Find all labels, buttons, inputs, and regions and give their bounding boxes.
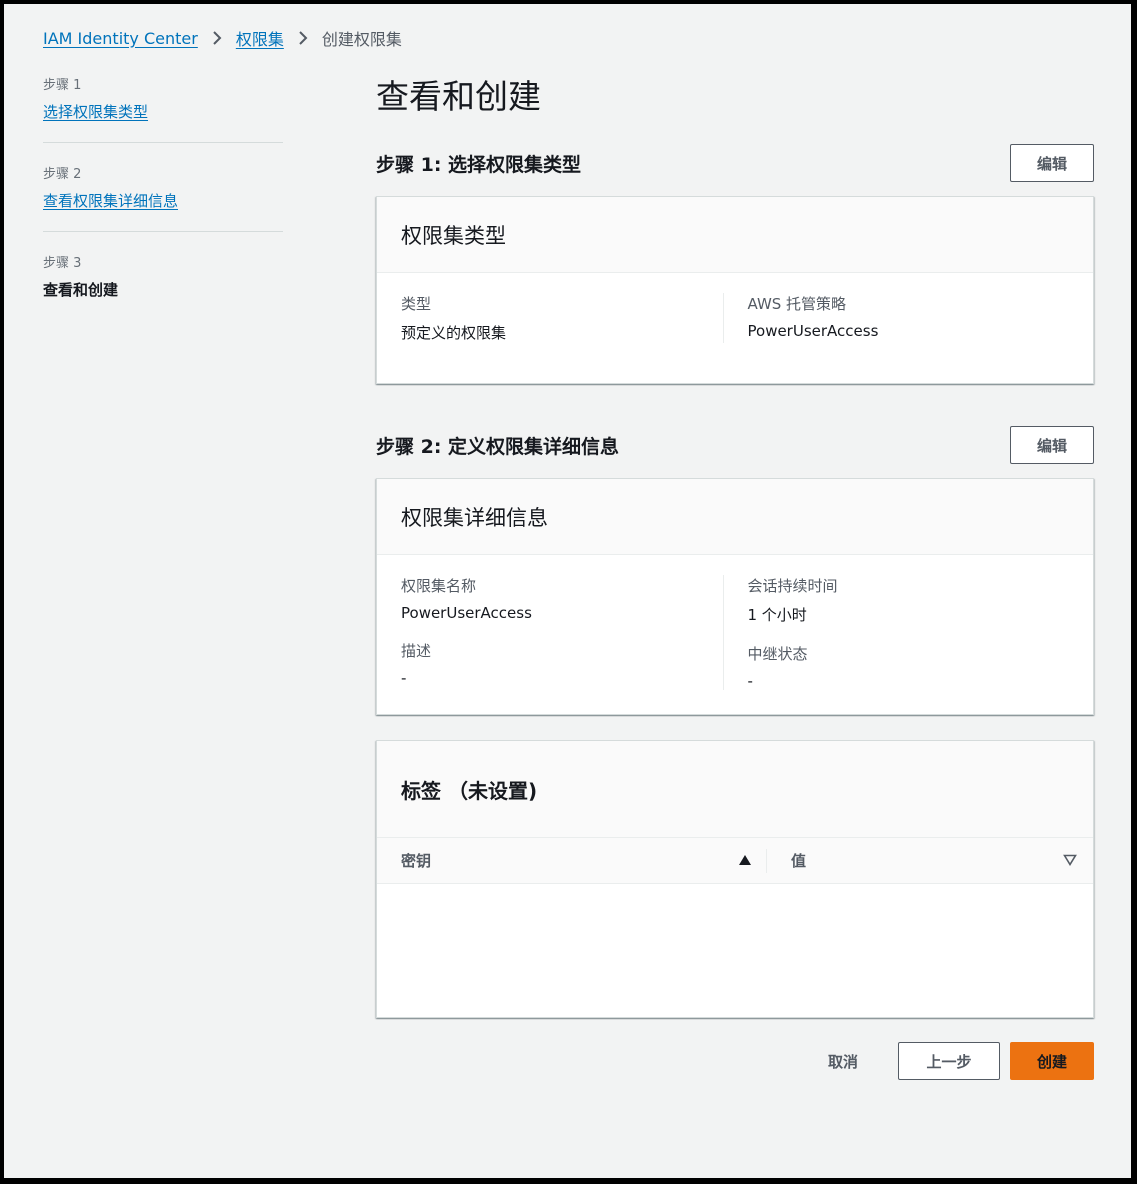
tags-table-header: 密钥 值 bbox=[377, 838, 1093, 884]
field-value: PowerUserAccess bbox=[747, 322, 879, 340]
field-label: AWS 托管策略 bbox=[747, 295, 847, 313]
step-link-details[interactable]: 查看权限集详细信息 bbox=[43, 192, 178, 210]
main-content: 查看和创建 步骤 1: 选择权限集类型 编辑 权限集类型 类型 预定义的权限集 … bbox=[376, 74, 1094, 1080]
permission-set-type-card: 权限集类型 类型 预定义的权限集 AWS 托管策略 PowerUserAcces… bbox=[376, 196, 1094, 384]
step-number: 步骤 1 bbox=[43, 78, 82, 93]
tags-title: 标签 （未设置) bbox=[377, 741, 1093, 838]
field-label: 描述 bbox=[401, 642, 432, 660]
field-label: 权限集名称 bbox=[401, 577, 477, 595]
page-title: 查看和创建 bbox=[376, 77, 541, 116]
cancel-button[interactable]: 取消 bbox=[798, 1042, 888, 1080]
sort-ascending-icon bbox=[738, 852, 752, 870]
field-value: 1 个小时 bbox=[747, 606, 807, 624]
field-label: 中继状态 bbox=[747, 645, 808, 663]
previous-button[interactable]: 上一步 bbox=[898, 1042, 1000, 1080]
field-value: - bbox=[747, 672, 753, 690]
column-label: 值 bbox=[791, 852, 807, 870]
step-number: 步骤 2 bbox=[43, 167, 82, 182]
breadcrumb-iam-identity-center[interactable]: IAM Identity Center bbox=[43, 29, 198, 48]
step-link-select-type[interactable]: 选择权限集类型 bbox=[43, 103, 148, 121]
column-header-key[interactable]: 密钥 bbox=[377, 848, 767, 873]
edit-step1-button[interactable]: 编辑 bbox=[1010, 144, 1094, 182]
section-header-step1: 步骤 1: 选择权限集类型 编辑 bbox=[376, 144, 1094, 182]
section-title: 步骤 1: 选择权限集类型 bbox=[376, 153, 582, 176]
breadcrumb-permission-sets[interactable]: 权限集 bbox=[236, 26, 284, 50]
sort-descending-icon bbox=[1063, 852, 1077, 870]
tags-table-body bbox=[377, 884, 1093, 1017]
chevron-right-icon bbox=[204, 26, 230, 50]
column-header-value[interactable]: 值 bbox=[767, 849, 1093, 873]
field-value: 预定义的权限集 bbox=[401, 324, 507, 342]
column-label: 密钥 bbox=[401, 852, 432, 870]
step-number: 步骤 3 bbox=[43, 256, 82, 271]
wizard-actions: 取消 上一步 创建 bbox=[376, 1042, 1094, 1080]
card-title: 权限集类型 bbox=[377, 197, 1093, 273]
field-label: 类型 bbox=[401, 295, 432, 313]
card-title: 权限集详细信息 bbox=[377, 479, 1093, 555]
wizard-step-2: 步骤 2 查看权限集详细信息 bbox=[43, 142, 283, 231]
breadcrumb-current: 创建权限集 bbox=[321, 30, 402, 49]
chevron-right-icon bbox=[290, 26, 316, 50]
permission-set-details-card: 权限集详细信息 权限集名称 PowerUserAccess 描述 - 会话持续时… bbox=[376, 478, 1094, 715]
field-label: 会话持续时间 bbox=[747, 577, 838, 595]
create-button[interactable]: 创建 bbox=[1010, 1042, 1094, 1080]
wizard-step-3: 步骤 3 查看和创建 bbox=[43, 231, 283, 320]
tags-card: 标签 （未设置) 密钥 值 bbox=[376, 740, 1094, 1018]
wizard-steps: 步骤 1 选择权限集类型 步骤 2 查看权限集详细信息 步骤 3 查看和创建 bbox=[43, 74, 283, 320]
step-current-review: 查看和创建 bbox=[43, 281, 119, 299]
breadcrumb: IAM Identity Center 权限集 创建权限集 bbox=[43, 26, 402, 50]
section-title: 步骤 2: 定义权限集详细信息 bbox=[376, 435, 620, 458]
wizard-step-1: 步骤 1 选择权限集类型 bbox=[43, 74, 283, 142]
section-header-step2: 步骤 2: 定义权限集详细信息 编辑 bbox=[376, 426, 1094, 464]
edit-step2-button[interactable]: 编辑 bbox=[1010, 426, 1094, 464]
field-value: PowerUserAccess bbox=[401, 604, 532, 622]
field-value: - bbox=[401, 669, 407, 687]
page-frame: IAM Identity Center 权限集 创建权限集 步骤 1 选择权限集… bbox=[4, 4, 1131, 1178]
